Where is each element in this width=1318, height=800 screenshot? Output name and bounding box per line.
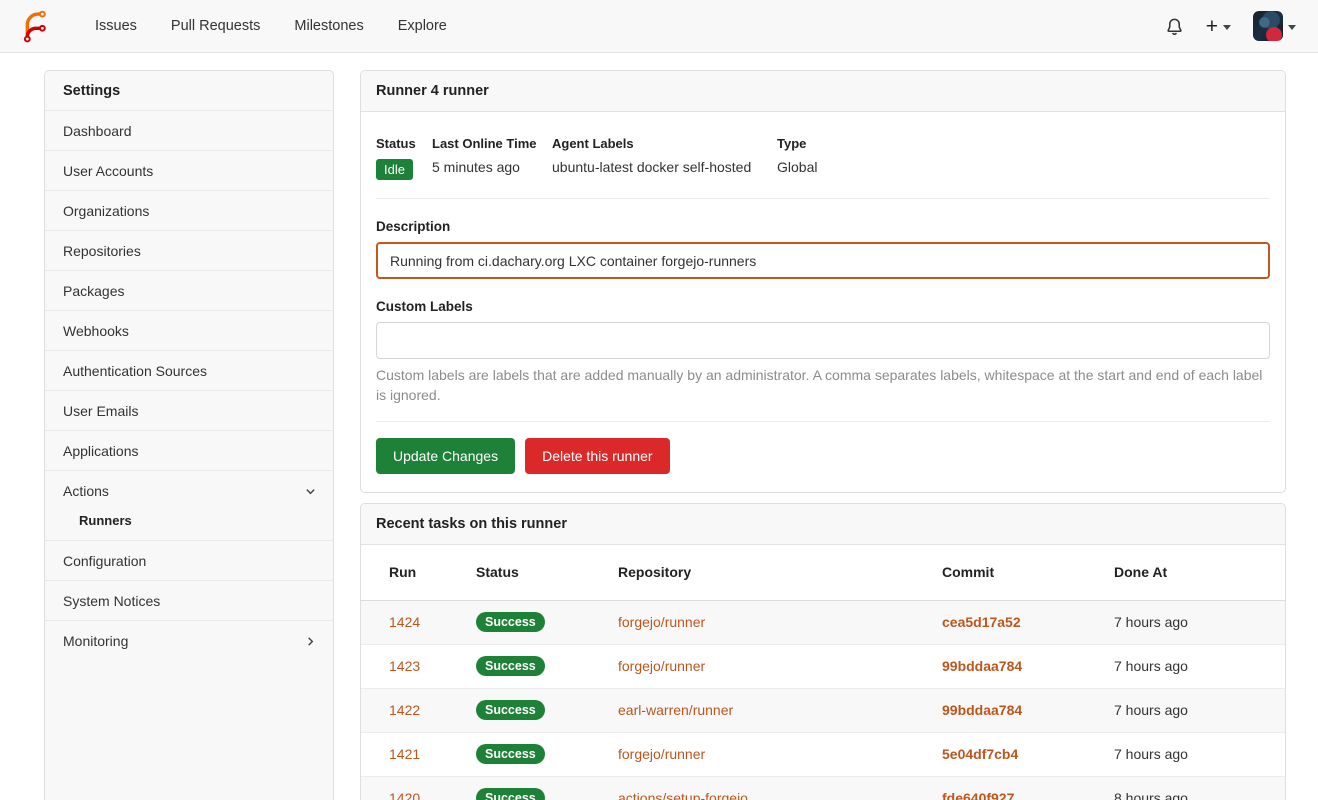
done-at: 7 hours ago xyxy=(1114,746,1285,762)
commit-link[interactable]: cea5d17a52 xyxy=(942,614,1114,630)
repository-link[interactable]: forgejo/runner xyxy=(618,658,942,674)
sidebar-item-user-emails[interactable]: User Emails xyxy=(45,391,333,431)
run-link[interactable]: 1420 xyxy=(389,790,476,800)
chevron-right-icon xyxy=(305,636,315,646)
sidebar-item-packages[interactable]: Packages xyxy=(45,271,333,311)
col-repository: Repository xyxy=(618,564,942,580)
col-status: Status xyxy=(476,564,618,580)
sidebar-item-repositories[interactable]: Repositories xyxy=(45,231,333,271)
sidebar-item-runners-active[interactable]: Runners xyxy=(45,511,333,540)
status-badge: Success xyxy=(476,788,545,800)
commit-link[interactable]: 99bddaa784 xyxy=(942,702,1114,718)
nav-pull-requests[interactable]: Pull Requests xyxy=(154,18,277,34)
table-row: 1423 Success forgejo/runner 99bddaa784 7… xyxy=(361,645,1285,689)
main-content: Runner 4 runner Status Idle Last Online … xyxy=(360,70,1286,800)
col-commit: Commit xyxy=(942,564,1114,580)
table-row: 1422 Success earl-warren/runner 99bddaa7… xyxy=(361,689,1285,733)
nav-explore[interactable]: Explore xyxy=(381,18,464,34)
table-row: 1421 Success forgejo/runner 5e04df7cb4 7… xyxy=(361,733,1285,777)
done-at: 7 hours ago xyxy=(1114,658,1285,674)
nav-issues[interactable]: Issues xyxy=(78,18,154,34)
sidebar-item-applications[interactable]: Applications xyxy=(45,431,333,471)
recent-tasks-panel: Recent tasks on this runner Run Status R… xyxy=(360,503,1286,800)
repository-link[interactable]: earl-warren/runner xyxy=(618,702,942,718)
meta-form-divider xyxy=(376,198,1270,199)
status-badge: Success xyxy=(476,744,545,764)
sidebar-item-organizations[interactable]: Organizations xyxy=(45,191,333,231)
done-at: 7 hours ago xyxy=(1114,614,1285,630)
run-link[interactable]: 1422 xyxy=(389,702,476,718)
update-changes-button[interactable]: Update Changes xyxy=(376,438,515,474)
run-link[interactable]: 1423 xyxy=(389,658,476,674)
run-link[interactable]: 1424 xyxy=(389,614,476,630)
forgejo-logo-icon[interactable] xyxy=(16,9,50,43)
nav-milestones[interactable]: Milestones xyxy=(277,18,380,34)
sidebar-header-settings: Settings xyxy=(45,71,333,111)
sidebar-item-monitoring[interactable]: Monitoring xyxy=(45,621,333,661)
type-value: Global xyxy=(777,159,817,175)
status-badge: Idle xyxy=(376,159,413,180)
notifications-bell-icon[interactable] xyxy=(1165,17,1184,36)
status-badge: Success xyxy=(476,656,545,676)
status-label: Status xyxy=(376,136,432,151)
commit-link[interactable]: 5e04df7cb4 xyxy=(942,746,1114,762)
caret-down-icon xyxy=(1223,25,1231,30)
avatar xyxy=(1253,11,1283,41)
repository-link[interactable]: forgejo/runner xyxy=(618,614,942,630)
done-at: 7 hours ago xyxy=(1114,702,1285,718)
custom-labels-label: Custom Labels xyxy=(376,299,1270,314)
commit-link[interactable]: fde640f927 xyxy=(942,790,1114,800)
sidebar-item-webhooks[interactable]: Webhooks xyxy=(45,311,333,351)
form-buttons-divider xyxy=(376,421,1270,422)
delete-runner-button[interactable]: Delete this runner xyxy=(525,438,670,474)
table-row: 1420 Success actions/setup-forgejo fde64… xyxy=(361,777,1285,800)
create-new-menu[interactable]: + xyxy=(1206,16,1231,37)
admin-sidebar: Settings Dashboard User Accounts Organiz… xyxy=(44,70,334,800)
commit-link[interactable]: 99bddaa784 xyxy=(942,658,1114,674)
repository-link[interactable]: actions/setup-forgejo xyxy=(618,790,942,800)
type-label: Type xyxy=(777,136,817,151)
agent-labels-label: Agent Labels xyxy=(552,136,777,151)
run-link[interactable]: 1421 xyxy=(389,746,476,762)
sidebar-item-system-notices[interactable]: System Notices xyxy=(45,581,333,621)
table-row: 1424 Success forgejo/runner cea5d17a52 7… xyxy=(361,601,1285,645)
runner-panel: Runner 4 runner Status Idle Last Online … xyxy=(360,70,1286,493)
tasks-table-header: Run Status Repository Commit Done At xyxy=(361,545,1285,601)
chevron-down-icon xyxy=(305,486,315,496)
agent-labels-value: ubuntu-latest docker self-hosted xyxy=(552,159,777,175)
description-input[interactable] xyxy=(376,242,1270,279)
done-at: 8 hours ago xyxy=(1114,790,1285,800)
runner-meta-row: Status Idle Last Online Time 5 minutes a… xyxy=(376,122,1270,196)
caret-down-icon xyxy=(1288,25,1296,30)
sidebar-item-actions[interactable]: Actions xyxy=(45,471,333,511)
runner-panel-title: Runner 4 runner xyxy=(361,71,1285,112)
repository-link[interactable]: forgejo/runner xyxy=(618,746,942,762)
sidebar-item-dashboard[interactable]: Dashboard xyxy=(45,111,333,151)
col-done-at: Done At xyxy=(1114,564,1285,580)
col-run: Run xyxy=(389,564,476,580)
recent-tasks-title: Recent tasks on this runner xyxy=(361,504,1285,545)
custom-labels-help: Custom labels are labels that are added … xyxy=(376,366,1270,406)
description-label: Description xyxy=(376,219,1270,234)
status-badge: Success xyxy=(476,700,545,720)
user-menu[interactable] xyxy=(1253,11,1296,41)
custom-labels-input[interactable] xyxy=(376,322,1270,359)
sidebar-item-authentication-sources[interactable]: Authentication Sources xyxy=(45,351,333,391)
plus-icon: + xyxy=(1206,16,1218,37)
last-online-label: Last Online Time xyxy=(432,136,552,151)
sidebar-item-user-accounts[interactable]: User Accounts xyxy=(45,151,333,191)
top-navbar: Issues Pull Requests Milestones Explore … xyxy=(0,0,1318,53)
last-online-value: 5 minutes ago xyxy=(432,159,552,175)
sidebar-item-configuration[interactable]: Configuration xyxy=(45,541,333,581)
status-badge: Success xyxy=(476,612,545,632)
